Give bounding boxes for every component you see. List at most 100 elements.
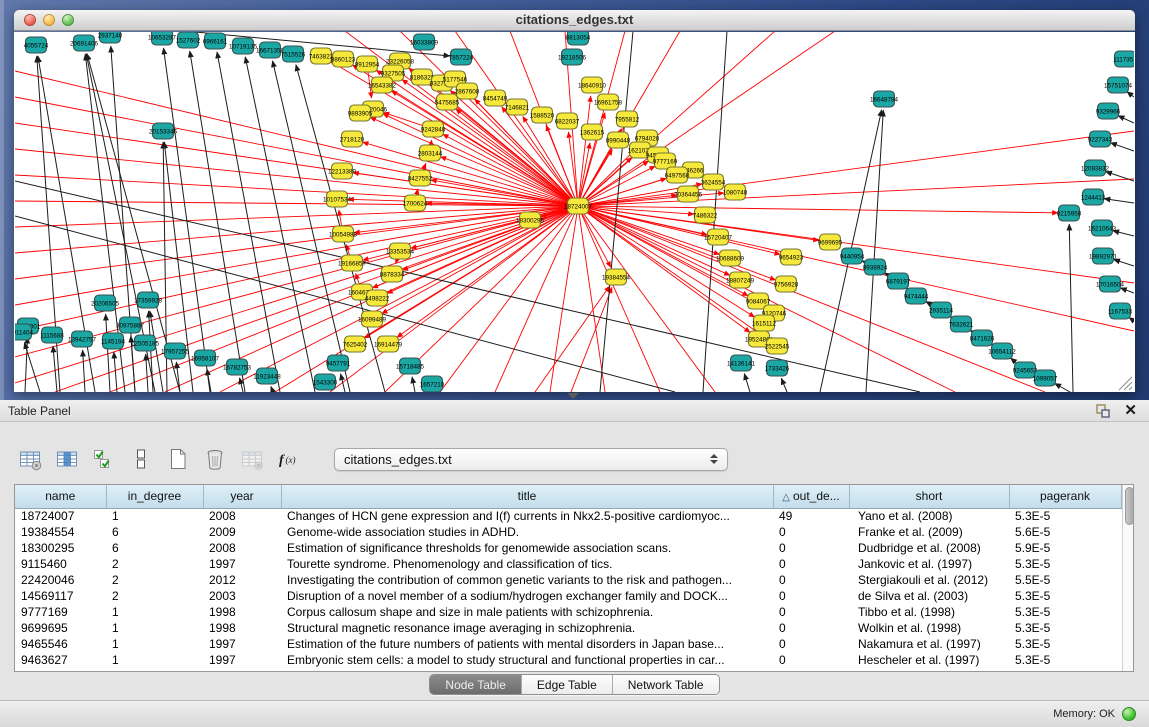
table-row[interactable]: 2242004622012Investigating the contribut… xyxy=(15,572,1121,588)
function-builder-icon[interactable]: f(x) xyxy=(275,445,303,473)
graph-node[interactable]: 11923448 xyxy=(253,368,281,384)
graph-node[interactable]: 9440954 xyxy=(840,248,865,264)
graph-node[interactable]: 20364456 xyxy=(674,186,703,202)
graph-node[interactable]: 1657210 xyxy=(420,376,445,392)
float-panel-icon[interactable] xyxy=(1096,404,1110,418)
graph-node[interactable]: 2718120 xyxy=(340,131,365,147)
tab-node-table[interactable]: Node Table xyxy=(430,675,522,694)
tab-edge-table[interactable]: Edge Table xyxy=(522,675,613,694)
graph-node[interactable]: 1145194 xyxy=(101,333,126,349)
table-scrollbar[interactable] xyxy=(1122,485,1134,671)
graph-node[interactable]: 10719135 xyxy=(229,38,258,54)
column-header-in_degree[interactable]: in_degree xyxy=(106,485,203,508)
zoom-window-icon[interactable] xyxy=(62,14,74,26)
show-column-icon[interactable] xyxy=(53,445,81,473)
graph-node[interactable]: 7632621 xyxy=(949,316,974,332)
graph-node[interactable]: 16033809 xyxy=(410,34,439,50)
graph-node[interactable]: 10688609 xyxy=(716,250,745,266)
table-panel-titlebar[interactable]: Table Panel ✕ xyxy=(0,400,1149,422)
graph-node[interactable]: 2867608 xyxy=(455,83,480,99)
graph-node[interactable]: 19218506 xyxy=(558,49,587,65)
graph-node[interactable]: 9329966 xyxy=(1096,103,1121,119)
graph-node[interactable]: 1167533 xyxy=(1108,303,1133,319)
graph-node[interactable]: 7146821 xyxy=(505,99,530,115)
minimize-window-icon[interactable] xyxy=(43,14,55,26)
graph-node[interactable]: 7486322 xyxy=(693,207,718,223)
graph-node[interactable]: 15751074 xyxy=(1104,77,1133,93)
graph-node[interactable]: 1527602 xyxy=(176,32,201,48)
graph-node[interactable]: 14136141 xyxy=(727,355,756,371)
graph-node[interactable]: 8912954 xyxy=(355,56,380,72)
graph-node[interactable]: 10054988 xyxy=(329,226,358,242)
graph-node[interactable]: 17957255 xyxy=(161,343,190,359)
graph-node[interactable]: 16099489 xyxy=(358,311,387,327)
table-row[interactable]: 1830029562008Estimation of significance … xyxy=(15,540,1121,556)
graph-node[interactable]: 2935114 xyxy=(929,302,954,318)
graph-node[interactable]: 16961758 xyxy=(594,94,623,110)
graph-node[interactable]: 16648784 xyxy=(870,91,899,107)
graph-node[interactable]: 19166857 xyxy=(338,255,367,271)
network-window-titlebar[interactable]: citations_edges.txt xyxy=(14,10,1135,31)
graph-node[interactable]: 1244413 xyxy=(1081,189,1106,205)
graph-node[interactable]: 1615112 xyxy=(752,315,777,331)
graph-node[interactable]: 3911404 xyxy=(15,324,34,340)
column-header-pagerank[interactable]: pagerank xyxy=(1009,485,1121,508)
graph-node[interactable]: 18300295 xyxy=(516,212,545,228)
graph-node[interactable]: 9756928 xyxy=(774,276,799,292)
memory-status-icon[interactable] xyxy=(1122,707,1136,721)
graph-node[interactable]: 8938924 xyxy=(863,259,888,275)
column-header-year[interactable]: year xyxy=(203,485,281,508)
graph-node[interactable]: 12505185 xyxy=(131,335,160,351)
graph-node[interactable]: 19892971 xyxy=(1089,248,1118,264)
graph-node[interactable]: 20691406 xyxy=(70,35,99,51)
graph-node[interactable]: 6879197 xyxy=(886,273,911,289)
close-panel-icon[interactable]: ✕ xyxy=(1124,404,1137,418)
graph-node[interactable]: 9457791 xyxy=(326,355,351,371)
graph-node[interactable]: 6822037 xyxy=(555,113,580,129)
split-pane-collapse-icon[interactable] xyxy=(567,393,579,399)
table-row[interactable]: 1456911722003Disruption of a novel membe… xyxy=(15,588,1121,604)
graph-node[interactable]: 1543300 xyxy=(313,374,338,390)
graph-node[interactable]: 20206505 xyxy=(91,295,120,311)
column-header-out_de[interactable]: △out_de... xyxy=(773,485,849,508)
graph-node[interactable]: 1733426 xyxy=(765,360,790,376)
graph-node[interactable]: 30975887 xyxy=(116,317,145,333)
close-window-icon[interactable] xyxy=(24,14,36,26)
graph-node[interactable]: 16914479 xyxy=(374,336,403,352)
graph-node[interactable]: 9654923 xyxy=(779,249,804,265)
table-row[interactable]: 946362711997Embryonic stem cells: a mode… xyxy=(15,652,1121,668)
graph-node[interactable]: 10654112 xyxy=(988,343,1016,359)
graph-node[interactable]: 9699695 xyxy=(818,234,843,250)
graph-node[interactable]: 8878334 xyxy=(380,266,405,282)
graph-node[interactable]: 16782753 xyxy=(223,359,252,375)
network-table-select[interactable]: citations_edges.txt xyxy=(334,448,728,471)
graph-node[interactable]: 4055724 xyxy=(24,37,49,53)
graph-node[interactable]: 2937140 xyxy=(98,32,123,43)
graph-node[interactable]: 16210643 xyxy=(1088,220,1117,236)
graph-node[interactable]: 1099057 xyxy=(1033,370,1058,386)
graph-node[interactable]: 2803144 xyxy=(418,145,443,161)
graph-node[interactable]: 13353534 xyxy=(386,243,415,259)
graph-node[interactable]: 10653287 xyxy=(148,32,177,45)
graph-node[interactable]: 15720407 xyxy=(704,229,733,245)
graph-node[interactable]: 1700624 xyxy=(403,195,428,211)
graph-node[interactable]: 8215958 xyxy=(1057,205,1082,221)
graph-node[interactable]: 17359928 xyxy=(134,292,163,308)
graph-node[interactable]: 9242848 xyxy=(421,121,446,137)
graph-node[interactable]: 10107534 xyxy=(323,191,352,207)
table-row[interactable]: 969969511998Structural magnetic resonanc… xyxy=(15,620,1121,636)
graph-node[interactable]: 1117351 xyxy=(1113,51,1134,67)
network-canvas[interactable]: 4055724206914062937140106532871527602696… xyxy=(14,32,1135,392)
graph-node[interactable]: 7955812 xyxy=(615,111,640,127)
graph-node[interactable]: 13942757 xyxy=(68,331,97,347)
column-header-name[interactable]: name xyxy=(15,485,106,508)
graph-node[interactable]: 8860123 xyxy=(331,51,356,67)
graph-node[interactable]: 20153346 xyxy=(149,123,178,139)
graph-node[interactable]: 1588520 xyxy=(530,107,555,123)
table-mode-icon[interactable] xyxy=(16,445,44,473)
table-scrollbar-thumb[interactable] xyxy=(1125,487,1134,525)
graph-node[interactable]: 7857224 xyxy=(449,49,474,65)
graph-node[interactable]: 7515526 xyxy=(281,46,306,62)
graph-node[interactable]: 1115688 xyxy=(40,327,64,343)
graph-node[interactable]: 6497568 xyxy=(665,167,690,183)
